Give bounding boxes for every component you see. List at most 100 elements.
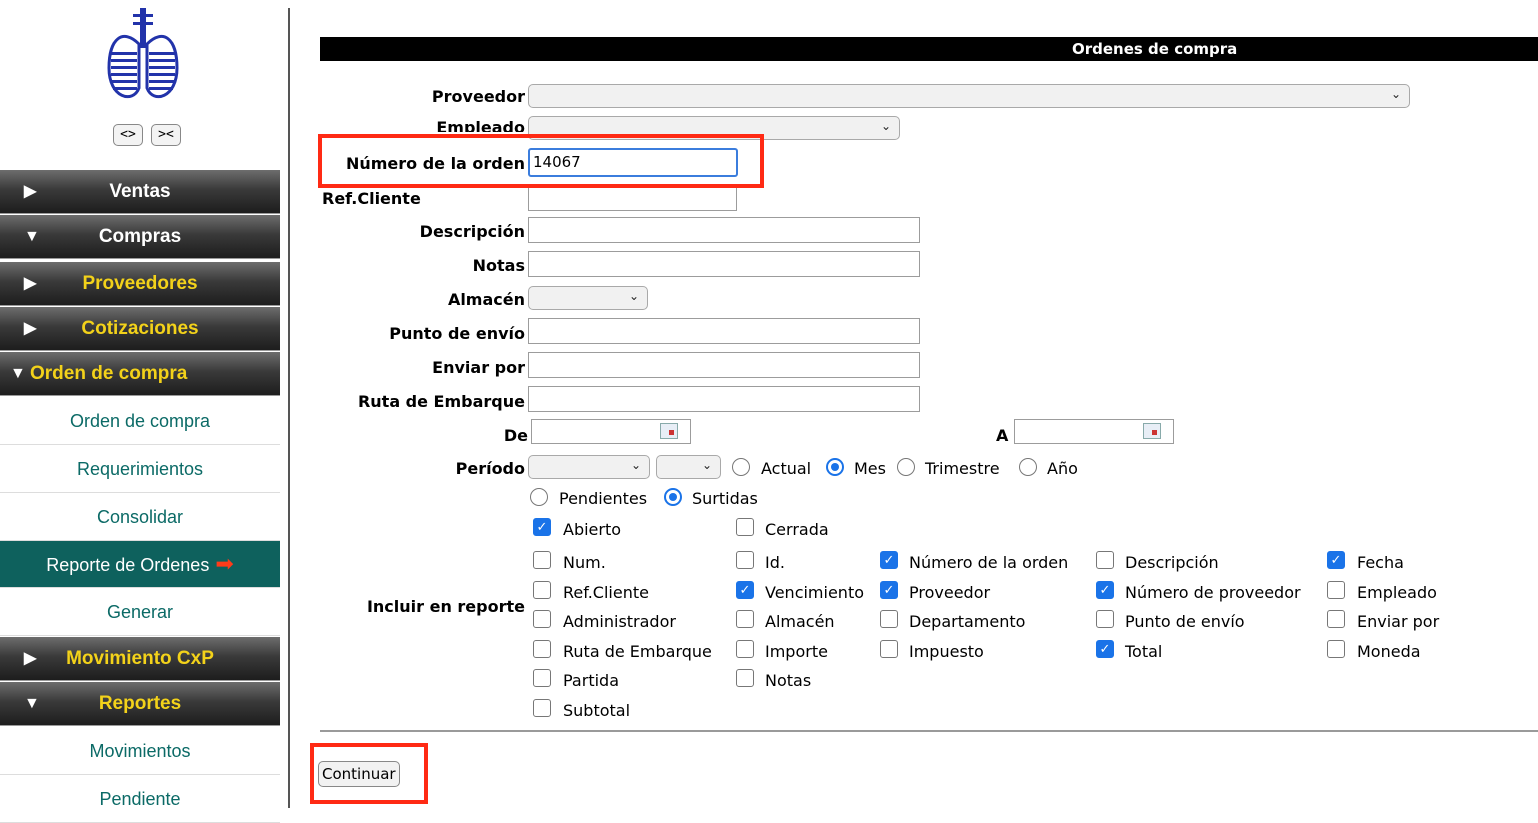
- col-numero-orden-label: Número de la orden: [909, 553, 1069, 572]
- col-id-checkbox[interactable]: [736, 551, 754, 569]
- col-vencimiento-checkbox[interactable]: ✓: [736, 581, 754, 599]
- subitem-orden-de-compra[interactable]: Orden de compra: [0, 398, 280, 445]
- menu-item-ventas[interactable]: ▶ Ventas: [0, 170, 280, 214]
- descripcion-input[interactable]: [528, 217, 920, 243]
- subitem-reporte-de-ordenes[interactable]: Reporte de Ordenes ➡: [0, 541, 280, 588]
- calendar-icon[interactable]: [660, 423, 678, 439]
- menu-item-label: Ventas: [109, 181, 171, 202]
- col-enviar-por-checkbox[interactable]: [1327, 610, 1345, 628]
- col-partida-label: Partida: [563, 671, 619, 690]
- chevron-down-icon: ⌄: [701, 458, 712, 472]
- almacen-select[interactable]: ⌄: [528, 286, 648, 310]
- fecha-de-label: De: [503, 426, 528, 445]
- chevron-down-icon: ⌄: [630, 458, 641, 472]
- periodo-actual-label: Actual: [761, 459, 812, 478]
- periodo-ano-radio[interactable]: [1019, 458, 1037, 476]
- menu-item-compras[interactable]: ▼ Compras: [0, 215, 280, 259]
- subitem-label: Reporte de Ordenes: [46, 555, 210, 575]
- cerrada-checkbox[interactable]: [736, 518, 754, 536]
- cerrada-label: Cerrada: [765, 520, 829, 539]
- surtidas-radio[interactable]: [664, 488, 682, 506]
- periodo-actual-radio[interactable]: [732, 458, 750, 476]
- col-punto-envio-label: Punto de envío: [1125, 612, 1245, 631]
- col-proveedor-checkbox[interactable]: ✓: [880, 581, 898, 599]
- col-numero-proveedor-label: Número de proveedor: [1125, 583, 1301, 602]
- periodo-ano-label: Año: [1047, 459, 1078, 478]
- menu-item-movimiento-cxp[interactable]: ▶ Movimiento CxP: [0, 637, 280, 681]
- menu-item-cotizaciones[interactable]: ▶ Cotizaciones: [0, 307, 280, 351]
- col-subtotal-checkbox[interactable]: [533, 699, 551, 717]
- page-title-bar: Ordenes de compra: [320, 37, 1538, 61]
- subitem-consolidar[interactable]: Consolidar: [0, 494, 280, 541]
- subitem-movimientos[interactable]: Movimientos: [0, 728, 280, 775]
- col-vencimiento-label: Vencimiento: [765, 583, 865, 602]
- col-subtotal-label: Subtotal: [563, 701, 631, 720]
- menu-item-label: Movimiento CxP: [66, 648, 214, 669]
- col-enviar-por-label: Enviar por: [1357, 612, 1440, 631]
- sidebar: <> >< ▶ Ventas ▼ Compras ▶ Proveedores ▶…: [0, 0, 280, 823]
- abierto-checkbox[interactable]: ✓: [533, 518, 551, 536]
- ruta-embarque-input[interactable]: [528, 386, 920, 412]
- enviar-por-label: Enviar por: [432, 358, 525, 377]
- col-proveedor-label: Proveedor: [909, 583, 991, 602]
- subitem-requerimientos[interactable]: Requerimientos: [0, 446, 280, 493]
- col-ruta-embarque-checkbox[interactable]: [533, 640, 551, 658]
- col-administrador-checkbox[interactable]: [533, 610, 551, 628]
- periodo-year-select[interactable]: ⌄: [656, 455, 721, 479]
- ruta-embarque-label: Ruta de Embarque: [357, 392, 525, 411]
- col-notas-checkbox[interactable]: [736, 669, 754, 687]
- col-moneda-label: Moneda: [1357, 642, 1421, 661]
- almacen-label: Almacén: [447, 290, 525, 309]
- expand-button[interactable]: <>: [113, 124, 143, 146]
- ref-cliente-input[interactable]: [528, 186, 737, 211]
- menu-item-reportes[interactable]: ▼ Reportes: [0, 682, 280, 726]
- incluir-reporte-label: Incluir en reporte: [366, 597, 525, 616]
- col-descripcion-checkbox[interactable]: [1096, 551, 1114, 569]
- lungs-logo-icon: [107, 8, 179, 99]
- col-numero-orden-checkbox[interactable]: ✓: [880, 551, 898, 569]
- col-fecha-checkbox[interactable]: ✓: [1327, 551, 1345, 569]
- enviar-por-input[interactable]: [528, 352, 920, 378]
- col-empleado-checkbox[interactable]: [1327, 581, 1345, 599]
- empleado-label: Empleado: [436, 118, 525, 132]
- col-almacen-checkbox[interactable]: [736, 610, 754, 628]
- periodo-mes-radio[interactable]: [826, 458, 844, 476]
- col-empleado-label: Empleado: [1357, 583, 1437, 602]
- notas-label: Notas: [472, 256, 525, 275]
- proveedor-select[interactable]: ⌄: [528, 84, 1410, 108]
- col-notas-label: Notas: [765, 671, 812, 690]
- col-departamento-checkbox[interactable]: [880, 610, 898, 628]
- ref-cliente-label: Ref.Cliente: [322, 189, 421, 208]
- col-ruta-embarque-label: Ruta de Embarque: [563, 642, 712, 661]
- col-impuesto-checkbox[interactable]: [880, 640, 898, 658]
- col-punto-envio-checkbox[interactable]: [1096, 610, 1114, 628]
- menu-item-label: Orden de compra: [30, 363, 188, 384]
- notas-input[interactable]: [528, 251, 920, 277]
- col-ref-cliente-checkbox[interactable]: [533, 581, 551, 599]
- sidebar-divider: [288, 8, 290, 808]
- punto-envio-input[interactable]: [528, 318, 920, 344]
- col-num-checkbox[interactable]: [533, 551, 551, 569]
- periodo-select[interactable]: ⌄: [528, 455, 650, 479]
- surtidas-label: Surtidas: [692, 489, 758, 508]
- col-descripcion-label: Descripción: [1125, 553, 1219, 572]
- highlight-box-numero-orden: [318, 134, 764, 188]
- col-numero-proveedor-checkbox[interactable]: ✓: [1096, 581, 1114, 599]
- col-total-checkbox[interactable]: ✓: [1096, 640, 1114, 658]
- col-partida-checkbox[interactable]: [533, 669, 551, 687]
- periodo-trimestre-radio[interactable]: [897, 458, 915, 476]
- pendientes-radio[interactable]: [530, 488, 548, 506]
- subitem-pendiente[interactable]: Pendiente: [0, 776, 280, 823]
- subitem-generar[interactable]: Generar: [0, 589, 280, 636]
- col-moneda-checkbox[interactable]: [1327, 640, 1345, 658]
- menu-item-orden-de-compra[interactable]: ▼ Orden de compra: [0, 352, 280, 396]
- menu-item-label: Cotizaciones: [81, 318, 199, 339]
- menu-item-proveedores[interactable]: ▶ Proveedores: [0, 262, 280, 306]
- proveedor-label: Proveedor: [431, 87, 525, 106]
- menu-item-label: Compras: [98, 226, 182, 247]
- col-departamento-label: Departamento: [909, 612, 1026, 631]
- col-importe-checkbox[interactable]: [736, 640, 754, 658]
- col-ref-cliente-label: Ref.Cliente: [563, 583, 649, 602]
- collapse-button[interactable]: ><: [151, 124, 181, 146]
- calendar-icon[interactable]: [1143, 423, 1161, 439]
